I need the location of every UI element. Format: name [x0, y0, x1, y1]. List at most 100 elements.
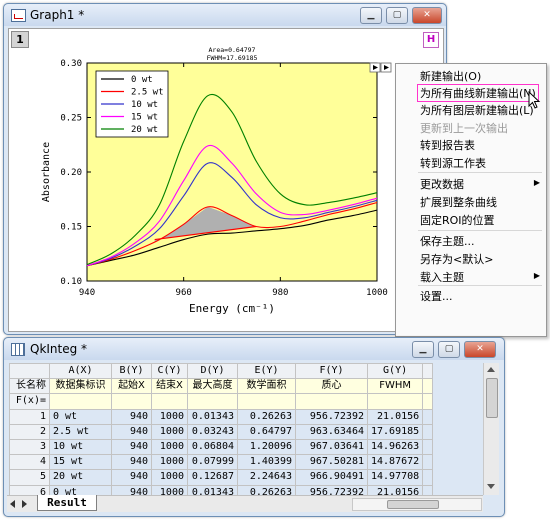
corner-cell[interactable] [9, 362, 50, 380]
table-cell[interactable]: 1000 [151, 469, 188, 486]
horizontal-scrollbar[interactable] [352, 498, 482, 511]
menu-item-7[interactable]: 扩展到整条曲线 [420, 194, 497, 210]
roi-arrow-button[interactable] [380, 62, 392, 73]
menu-item-4[interactable]: 转到报告表 [420, 137, 475, 153]
table-cell[interactable]: 966.90491 [295, 469, 368, 486]
long-name-cell[interactable]: 数据集标识 [49, 378, 112, 395]
row-number[interactable]: 5 [9, 469, 50, 486]
formula-cell[interactable] [187, 393, 238, 410]
table-cell[interactable]: 967.50281 [295, 454, 368, 471]
result-table: A(X) B(Y) C(Y) D(Y) E(Y) F(Y) G(Y) 长名称 数据集标识 起始X 结… [9, 362, 434, 501]
long-name-cell[interactable]: 起始X [111, 378, 152, 395]
long-name-cell[interactable]: 最大高度 [187, 378, 238, 395]
table-cell[interactable]: 2.5 wt [49, 423, 112, 440]
menu-item-6[interactable]: 更改数据 [420, 176, 464, 192]
menu-item-9[interactable]: 保存主题... [420, 233, 475, 249]
table-cell[interactable]: 2.24643 [237, 469, 296, 486]
table-cell[interactable]: 0.03243 [187, 423, 238, 440]
menu-item-2[interactable]: 为所有图层新建输出(L) [420, 102, 534, 118]
column-header[interactable]: C(Y) [151, 362, 188, 380]
formula-cell[interactable] [111, 393, 152, 410]
menu-item-0[interactable]: 新建输出(O) [420, 68, 481, 84]
row-filler [422, 438, 434, 456]
row-filler [422, 408, 434, 425]
row-filler [422, 454, 434, 471]
qkinteg-titlebar[interactable]: QkInteg * ▁ ▢ ✕ [4, 338, 504, 360]
row-filler [422, 423, 434, 440]
table-cell[interactable]: 0.06804 [187, 438, 238, 456]
x-tick-label-1: 960 [176, 288, 192, 298]
table-cell[interactable]: 1000 [151, 423, 188, 440]
hscroll-thumb[interactable] [387, 500, 439, 509]
scroll-down-arrow[interactable] [487, 484, 495, 489]
table-cell[interactable]: 0.07999 [187, 454, 238, 471]
table-cell[interactable]: 956.72392 [295, 408, 368, 425]
table-cell[interactable]: 20 wt [49, 469, 112, 486]
table-row: 3 10 wt 940 1000 0.06804 1.20096 967.03641 14.9… [9, 438, 434, 456]
column-header[interactable]: F(Y) [295, 362, 368, 380]
table-cell[interactable]: 1.20096 [237, 438, 296, 456]
column-header[interactable]: B(Y) [111, 362, 152, 380]
scroll-thumb[interactable] [486, 378, 498, 418]
tab-next-arrow[interactable] [22, 500, 27, 508]
row-filler [422, 469, 434, 486]
formula-cell[interactable] [366, 393, 424, 410]
table-cell[interactable]: 1.40399 [237, 454, 296, 471]
column-header[interactable]: E(Y) [237, 362, 296, 380]
table-cell[interactable]: 14.87672 [366, 454, 424, 471]
formula-cell[interactable] [49, 393, 112, 410]
roi-menu-button[interactable] [369, 62, 381, 73]
column-header[interactable]: G(Y) [366, 362, 424, 380]
table-cell[interactable]: 963.63464 [295, 423, 368, 440]
table-cell[interactable]: 940 [111, 408, 152, 425]
x-tick-label-2: 980 [272, 288, 288, 298]
table-cell[interactable]: 1000 [151, 454, 188, 471]
qk-close-button[interactable]: ✕ [464, 341, 496, 358]
tab-prev-arrow[interactable] [10, 500, 15, 508]
formula-cell[interactable] [151, 393, 188, 410]
menu-item-12[interactable]: 设置... [420, 288, 453, 304]
long-name-cell[interactable]: FWHM [366, 378, 424, 395]
table-cell[interactable]: 14.96263 [366, 438, 424, 456]
table-cell[interactable]: 0 wt [49, 408, 112, 425]
table-cell[interactable]: 1000 [151, 438, 188, 456]
table-cell[interactable]: 14.97708 [366, 469, 424, 486]
table-cell[interactable]: 21.0156 [366, 408, 424, 425]
menu-item-8[interactable]: 固定ROI的位置 [420, 212, 495, 228]
long-name-cell[interactable]: 数学面积 [237, 378, 296, 395]
table-cell[interactable]: 940 [111, 423, 152, 440]
column-header[interactable]: D(Y) [187, 362, 238, 380]
table-cell[interactable]: 940 [111, 454, 152, 471]
vertical-scrollbar[interactable] [483, 363, 499, 495]
row-number[interactable]: 2 [9, 423, 50, 440]
row-number[interactable]: 1 [9, 408, 50, 425]
menu-item-5[interactable]: 转到源工作表 [420, 155, 486, 171]
column-header[interactable]: A(X) [49, 362, 112, 380]
menu-item-1[interactable]: 为所有曲线新建输出(N) [417, 84, 539, 102]
row-number[interactable]: 4 [9, 454, 50, 471]
long-name-cell[interactable]: 质心 [295, 378, 368, 395]
scroll-up-arrow[interactable] [487, 367, 495, 372]
menu-item-11[interactable]: 载入主题 [420, 269, 464, 285]
table-cell[interactable]: 0.26263 [237, 408, 296, 425]
qk-restore-button[interactable]: ▢ [438, 341, 460, 358]
long-name-cell[interactable]: 结束X [151, 378, 188, 395]
table-cell[interactable]: 0.12687 [187, 469, 238, 486]
table-cell[interactable]: 0.64797 [237, 423, 296, 440]
legend[interactable]: 0 wt 2.5 wt 10 wt 15 wt 20 wt [95, 70, 169, 138]
table-cell[interactable]: 940 [111, 438, 152, 456]
table-cell[interactable]: 15 wt [49, 454, 112, 471]
table-cell[interactable]: 0.01343 [187, 408, 238, 425]
table-row: 10 wt 940 1000 0.01343 0.26263 956.72392 21.01… [9, 408, 434, 425]
table-cell[interactable]: 1000 [151, 408, 188, 425]
formula-cell[interactable] [237, 393, 296, 410]
table-cell[interactable]: 10 wt [49, 438, 112, 456]
row-number[interactable]: 3 [9, 438, 50, 456]
menu-item-10[interactable]: 另存为<默认> [420, 251, 493, 267]
qk-minimize-button[interactable]: ▁ [412, 341, 434, 358]
table-cell[interactable]: 17.69185 [366, 423, 424, 440]
table-cell[interactable]: 940 [111, 469, 152, 486]
table-cell[interactable]: 967.03641 [295, 438, 368, 456]
sheet-tab-result[interactable]: Result [37, 495, 97, 511]
formula-cell[interactable] [295, 393, 368, 410]
